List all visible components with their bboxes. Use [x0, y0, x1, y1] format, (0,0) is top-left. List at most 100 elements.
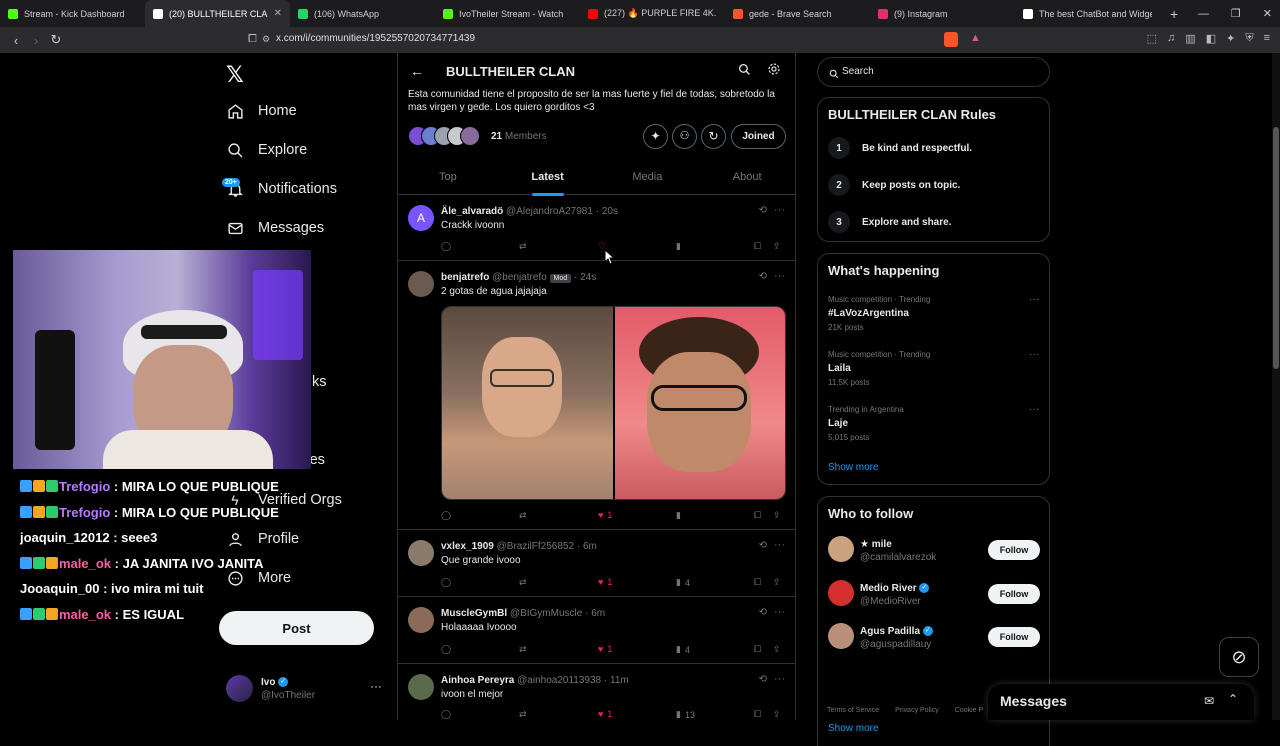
- media-icon[interactable]: ♫: [1167, 32, 1175, 45]
- joined-button[interactable]: Joined: [731, 124, 786, 149]
- tab-media[interactable]: Media: [598, 163, 698, 194]
- browser-tab[interactable]: The best ChatBot and Widgets: [1015, 0, 1160, 27]
- avatar[interactable]: A: [408, 205, 434, 231]
- minimize-icon[interactable]: —: [1198, 8, 1209, 20]
- tab-about[interactable]: About: [697, 163, 795, 194]
- member-avatars[interactable]: [408, 126, 483, 148]
- repost-icon[interactable]: ⟲: [759, 271, 767, 282]
- retweet-icon[interactable]: ⇄: [519, 644, 527, 655]
- avatar[interactable]: [408, 540, 434, 566]
- pin-post-icon[interactable]: ✦: [643, 124, 668, 149]
- member-count-wrap[interactable]: 21 Members: [491, 131, 547, 142]
- trend-item[interactable]: Music competition · Trending Laila 11.5K…: [828, 350, 930, 387]
- account-switcher[interactable]: Ivo ✓ @IvoTheiler ···: [226, 675, 396, 705]
- share-icon[interactable]: ⇪: [773, 644, 781, 655]
- retweet-icon[interactable]: ⇄: [519, 510, 527, 521]
- tab-top[interactable]: Top: [398, 163, 498, 194]
- sidebar-item-more[interactable]: More: [226, 569, 291, 587]
- reply-icon[interactable]: ◯: [441, 241, 451, 252]
- search-icon[interactable]: [738, 63, 751, 81]
- back-arrow-icon[interactable]: ←: [410, 63, 424, 79]
- share-icon[interactable]: ⇪: [773, 241, 781, 252]
- page-scrollbar[interactable]: [1272, 53, 1280, 720]
- more-dots-icon[interactable]: ···: [370, 679, 382, 693]
- scrollbar-thumb[interactable]: [1273, 127, 1279, 369]
- browser-tab[interactable]: Stream - Kick Dashboard: [0, 0, 145, 27]
- sidebar-item-notifications[interactable]: Notifications: [226, 180, 337, 198]
- search-input[interactable]: Search: [842, 66, 874, 77]
- sidebar-item-explore[interactable]: Explore: [226, 141, 307, 159]
- rule-item[interactable]: 2 Keep posts on topic.: [828, 174, 960, 196]
- like-button[interactable]: ♥ 1: [598, 709, 612, 719]
- site-info-icon[interactable]: ⚙: [262, 34, 270, 45]
- bookmark-icon[interactable]: ⧠: [754, 577, 761, 588]
- tab-latest[interactable]: Latest: [498, 163, 598, 196]
- close-tab-icon[interactable]: ✕: [274, 8, 282, 19]
- vpn-icon[interactable]: ⛨: [1245, 32, 1253, 45]
- wallet-icon[interactable]: ◧: [1206, 32, 1216, 45]
- follow-button[interactable]: Follow: [988, 540, 1040, 560]
- bookmark-icon[interactable]: ⧠: [754, 644, 761, 655]
- post-author-name[interactable]: Ainhoa Pereyra: [441, 675, 514, 686]
- new-tab-button[interactable]: +: [1160, 6, 1188, 22]
- bookmark-icon[interactable]: ⧠: [754, 241, 761, 252]
- post-time[interactable]: 11m: [610, 675, 629, 686]
- repost-icon[interactable]: ⟲: [759, 540, 767, 551]
- sidebar-toggle-icon[interactable]: ▥: [1185, 32, 1195, 45]
- share-community-icon[interactable]: ↻: [701, 124, 726, 149]
- bookmark-icon[interactable]: ⧠: [754, 709, 761, 720]
- messages-drawer[interactable]: Messages ✉ ⌃: [988, 684, 1254, 720]
- sidebar-item-bookmarks[interactable]: ks: [312, 374, 327, 390]
- reply-icon[interactable]: ◯: [441, 644, 451, 655]
- more-dots-icon[interactable]: ···: [1029, 349, 1039, 360]
- rule-item[interactable]: 3 Explore and share.: [828, 211, 951, 233]
- x-logo-icon[interactable]: 𝕏: [226, 62, 244, 88]
- repost-icon[interactable]: ⟲: [759, 205, 767, 216]
- new-message-icon[interactable]: ✉: [1204, 694, 1214, 708]
- expand-icon[interactable]: ⌃: [1228, 692, 1238, 706]
- forward-icon[interactable]: ›: [26, 33, 46, 48]
- retweet-icon[interactable]: ⇄: [519, 709, 527, 720]
- footer-link[interactable]: Terms of Service: [827, 707, 879, 714]
- like-button[interactable]: ♥ 1: [598, 510, 612, 520]
- post-item[interactable]: Ainhoa Pereyra @ainhoa20113938 · 11m ⟲ ·…: [398, 665, 795, 720]
- share-icon[interactable]: ⇪: [773, 577, 781, 588]
- post-item[interactable]: MuscleGymBl @BIGymMuscle · 6m ⟲ ··· Hola…: [398, 598, 795, 664]
- leo-icon[interactable]: ✦: [1226, 32, 1235, 45]
- views-icon[interactable]: ▮: [676, 241, 681, 252]
- post-item[interactable]: A Äle_alvaradö @AlejandroA27981 · 20s ⟲ …: [398, 196, 795, 261]
- follow-suggestion[interactable]: ★ mile @camilalvarezok Follow: [828, 536, 1040, 566]
- sidebar-item-profile[interactable]: Profile: [226, 530, 299, 548]
- restore-icon[interactable]: ❐: [1231, 7, 1241, 20]
- share-icon[interactable]: ⇪: [773, 709, 781, 720]
- repost-icon[interactable]: ⟲: [759, 607, 767, 618]
- post-author-name[interactable]: MuscleGymBl: [441, 608, 507, 619]
- views-button[interactable]: ▮ 13: [676, 709, 695, 720]
- post-time[interactable]: 24s: [580, 272, 596, 283]
- bookmark-icon[interactable]: ⧠: [754, 510, 761, 521]
- menu-icon[interactable]: ≡: [1264, 32, 1270, 45]
- back-icon[interactable]: ‹: [6, 33, 26, 48]
- trend-item[interactable]: Music competition · Trending #LaVozArgen…: [828, 295, 930, 332]
- like-button[interactable]: ♥ 1: [598, 577, 612, 587]
- share-icon[interactable]: ⇪: [773, 510, 781, 521]
- footer-link[interactable]: Privacy Policy: [895, 707, 939, 714]
- post-author-name[interactable]: vxlex_1909: [441, 541, 494, 552]
- browser-tab[interactable]: (227) 🔥 PURPLE FIRE 4K. Mag: [580, 0, 725, 27]
- post-item[interactable]: benjatrefo @benjatrefo Mod · 24s ⟲ ··· 2…: [398, 262, 795, 530]
- follow-button[interactable]: Follow: [988, 627, 1040, 647]
- more-dots-icon[interactable]: ···: [1029, 404, 1039, 415]
- avatar[interactable]: [408, 271, 434, 297]
- settings-gear-icon[interactable]: [767, 62, 781, 81]
- brave-rewards-icon[interactable]: ▲: [970, 32, 981, 44]
- post-author-handle[interactable]: @AlejandroA27981: [506, 206, 593, 217]
- reload-icon[interactable]: ↻: [46, 32, 66, 48]
- follow-button[interactable]: Follow: [988, 584, 1040, 604]
- follow-suggestion[interactable]: Medio River ✓ @MedioRiver Follow: [828, 580, 1040, 610]
- more-dots-icon[interactable]: ···: [1029, 294, 1039, 305]
- retweet-icon[interactable]: ⇄: [519, 577, 527, 588]
- post-time[interactable]: 20s: [602, 206, 618, 217]
- rule-item[interactable]: 1 Be kind and respectful.: [828, 137, 972, 159]
- post-item[interactable]: vxlex_1909 @BrazilFf256852 · 6m ⟲ ··· Qu…: [398, 531, 795, 597]
- post-time[interactable]: 6m: [591, 608, 605, 619]
